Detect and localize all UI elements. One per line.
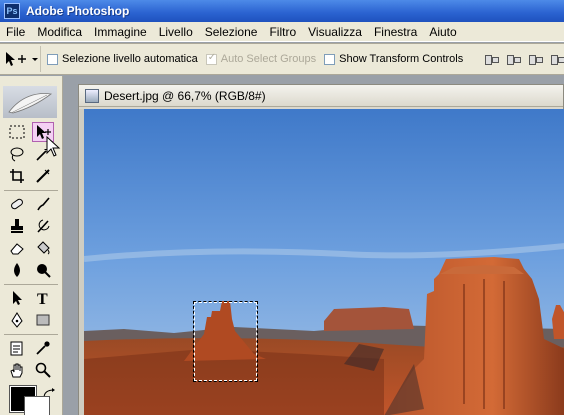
document-file-icon [85, 88, 99, 103]
options-bar: Selezione livello automatica Auto Select… [0, 43, 564, 75]
blur-tool-icon[interactable] [6, 260, 28, 280]
tool-preset-picker[interactable] [0, 46, 41, 72]
auto-select-groups-option: Auto Select Groups [205, 52, 317, 65]
align-buttons [483, 52, 564, 66]
notes-tool-icon[interactable] [6, 338, 28, 358]
toolbox-divider [4, 284, 58, 285]
healing-brush-icon[interactable] [6, 194, 28, 214]
selection-marquee[interactable] [193, 301, 258, 382]
title-bar: Ps Adobe Photoshop [0, 0, 564, 22]
menu-immagine[interactable]: Immagine [88, 23, 153, 41]
align-left-icon[interactable] [549, 52, 564, 66]
hand-tool-icon[interactable] [6, 360, 28, 380]
feather-logo [3, 86, 57, 118]
eyedropper-icon[interactable] [32, 338, 54, 358]
align-bottom-icon[interactable] [527, 52, 544, 66]
paint-bucket-icon[interactable] [32, 238, 54, 258]
show-transform-controls-label: Show Transform Controls [339, 53, 464, 65]
auto-select-layer-checkbox[interactable] [47, 53, 58, 65]
desert-photo [84, 109, 564, 415]
lasso-tool-icon[interactable] [6, 144, 28, 164]
align-top-icon[interactable] [483, 52, 500, 66]
photoshop-app-icon: Ps [4, 3, 20, 19]
move-tool-icon [6, 52, 38, 66]
image-canvas[interactable] [84, 109, 564, 415]
toolbox: T [0, 76, 63, 415]
chevron-down-icon [32, 58, 38, 61]
show-transform-controls-checkbox[interactable] [324, 53, 336, 65]
zoom-tool-icon[interactable] [32, 360, 54, 380]
auto-select-layer-option[interactable]: Selezione livello automatica [47, 53, 198, 65]
eraser-tool-icon[interactable] [6, 238, 28, 258]
menu-visualizza[interactable]: Visualizza [302, 23, 368, 41]
background-color-swatch[interactable] [24, 396, 50, 415]
marquee-tool-icon[interactable] [6, 122, 28, 142]
document-title-bar[interactable]: Desert.jpg @ 66,7% (RGB/8#) [79, 85, 563, 107]
align-vertical-center-icon[interactable] [505, 52, 522, 66]
show-transform-controls-option[interactable]: Show Transform Controls [324, 53, 463, 65]
pen-tool-icon[interactable] [6, 310, 28, 330]
toolbox-divider [4, 334, 58, 335]
slice-tool-icon[interactable] [32, 166, 54, 186]
svg-text:T: T [37, 291, 48, 306]
auto-select-groups-label: Auto Select Groups [220, 53, 317, 65]
rectangle-tool-icon[interactable] [32, 310, 54, 330]
toolbox-divider [4, 190, 58, 191]
menu-finestra[interactable]: Finestra [368, 23, 423, 41]
menu-filtro[interactable]: Filtro [263, 23, 302, 41]
brush-tool-icon[interactable] [32, 194, 54, 214]
menu-livello[interactable]: Livello [153, 23, 199, 41]
menu-file[interactable]: File [0, 23, 31, 41]
dodge-tool-icon[interactable] [32, 260, 54, 280]
menu-bar: File Modifica Immagine Livello Selezione… [0, 22, 564, 42]
path-selection-icon[interactable] [6, 288, 28, 308]
type-tool-icon[interactable]: T [32, 288, 54, 308]
menu-modifica[interactable]: Modifica [31, 23, 88, 41]
crop-tool-icon[interactable] [6, 166, 28, 186]
mouse-cursor-icon [46, 136, 61, 157]
document-window: Desert.jpg @ 66,7% (RGB/8#) [78, 84, 564, 415]
auto-select-layer-label: Selezione livello automatica [62, 53, 198, 65]
clone-stamp-icon[interactable] [6, 216, 28, 236]
menu-selezione[interactable]: Selezione [199, 23, 264, 41]
auto-select-groups-checkbox [205, 52, 217, 65]
vertical-scrollbar[interactable] [79, 109, 84, 415]
app-title: Adobe Photoshop [26, 4, 130, 18]
history-brush-icon[interactable] [32, 216, 54, 236]
menu-aiuto[interactable]: Aiuto [423, 23, 462, 41]
document-title: Desert.jpg @ 66,7% (RGB/8#) [104, 88, 266, 103]
